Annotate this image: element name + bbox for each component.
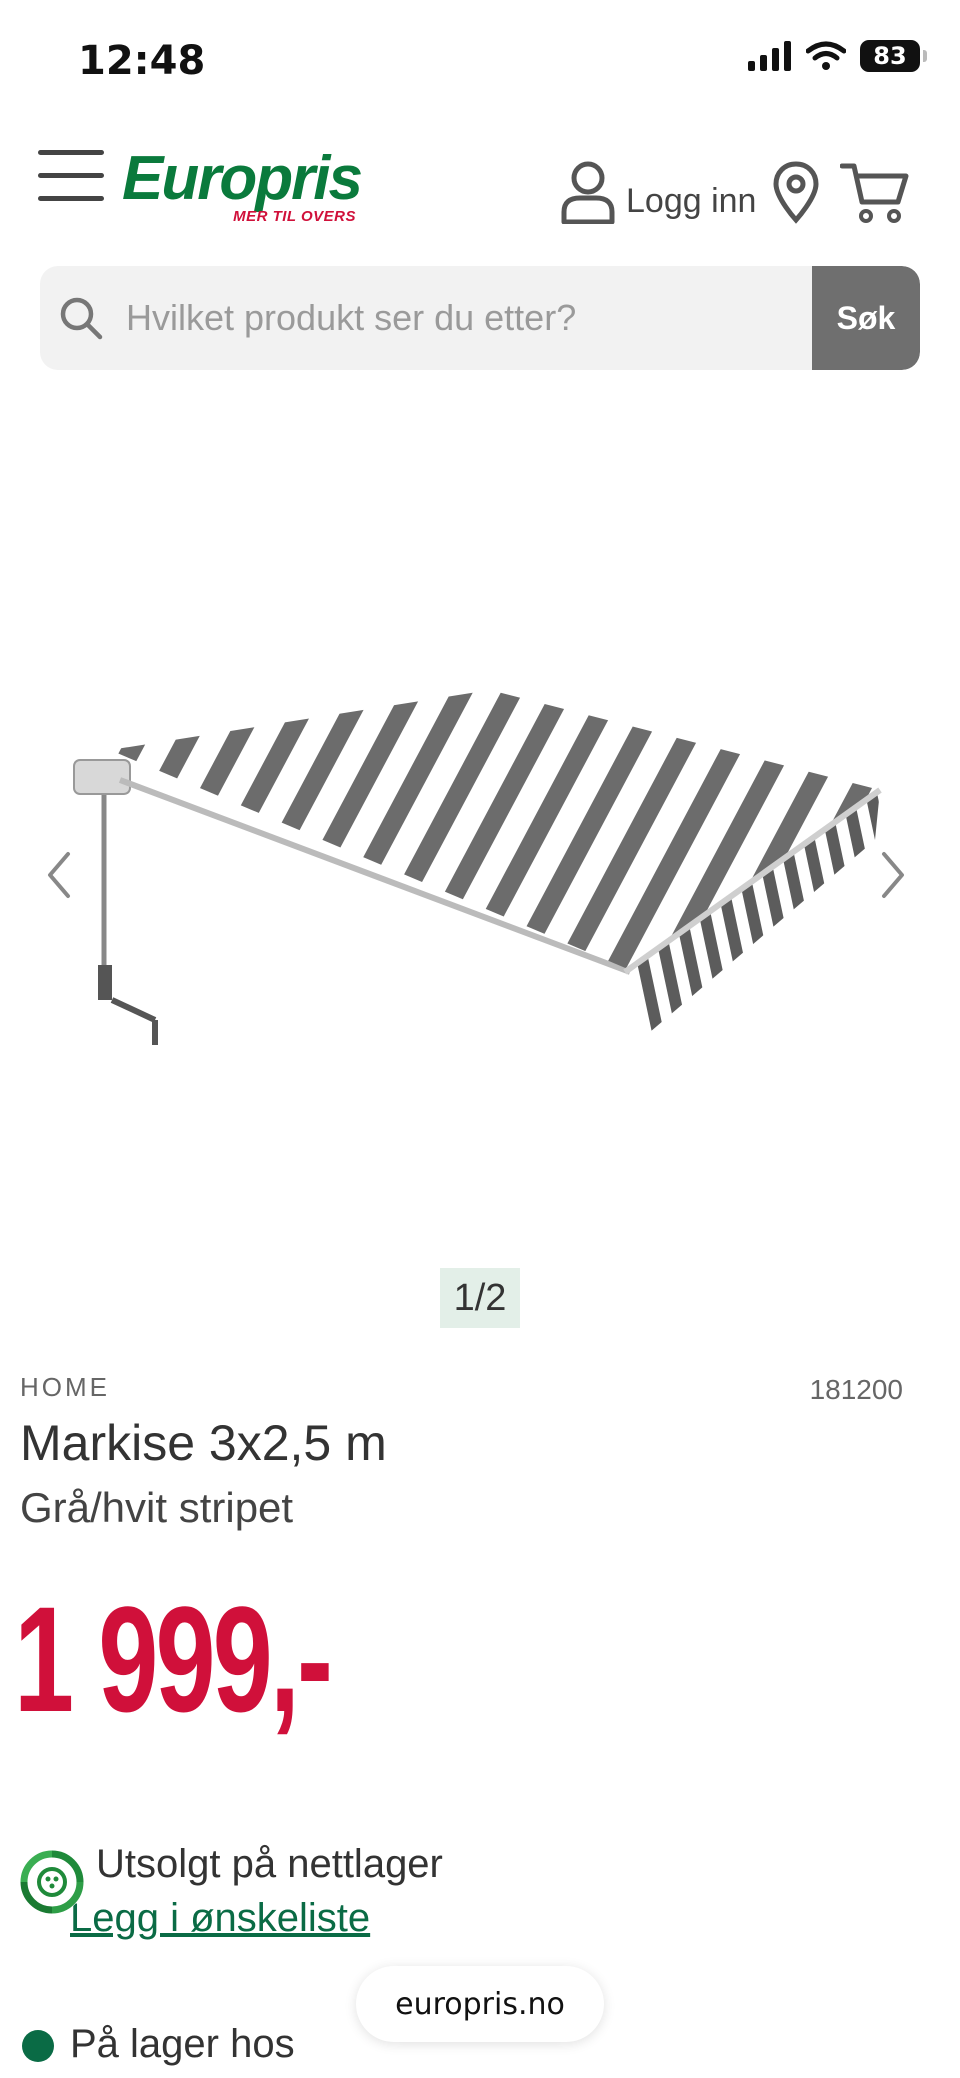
cellular-signal-icon — [748, 41, 791, 71]
search-bar: Søk — [40, 266, 920, 370]
menu-icon — [38, 150, 104, 155]
hamburger-menu-button[interactable] — [38, 150, 104, 204]
wifi-icon — [806, 41, 846, 70]
next-image-arrow[interactable] — [878, 850, 908, 900]
product-price: 1 999,- — [14, 1575, 333, 1743]
online-stock-status: Utsolgt på nettlager — [96, 1842, 443, 1886]
search-button[interactable]: Søk — [812, 266, 920, 370]
status-icons: 83 — [748, 40, 927, 72]
product-variant: Grå/hvit stripet — [20, 1484, 294, 1531]
logo-tagline: MER TIL OVERS — [233, 208, 356, 225]
battery-indicator: 83 — [860, 40, 927, 72]
store-stock-status: På lager hos — [70, 2022, 295, 2066]
image-pager: 1/2 — [440, 1268, 520, 1328]
product-image[interactable] — [0, 600, 960, 1120]
user-icon — [561, 161, 615, 224]
product-brand[interactable]: HOME — [20, 1372, 110, 1403]
store-locator-icon[interactable] — [772, 160, 820, 226]
cart-icon[interactable] — [840, 160, 910, 226]
login-label: Logg inn — [626, 181, 757, 220]
logo-wordmark: Europris — [122, 144, 363, 213]
browser-url-bar[interactable]: europris.no — [356, 1966, 604, 2042]
search-input[interactable] — [124, 296, 812, 340]
search-icon — [58, 295, 104, 341]
product-sku: 181200 — [809, 1374, 903, 1405]
add-to-wishlist-link[interactable]: Legg i ønskeliste — [70, 1896, 370, 1941]
recycle-badge-icon[interactable] — [18, 1848, 86, 1916]
status-time: 12:48 — [78, 38, 206, 84]
europris-logo[interactable]: Europris MER TIL OVERS — [122, 144, 363, 228]
login-button[interactable]: Logg inn — [560, 160, 756, 224]
previous-image-arrow[interactable] — [44, 850, 74, 900]
product-title: Markise 3x2,5 m — [20, 1415, 387, 1471]
in-stock-indicator — [22, 2030, 54, 2062]
